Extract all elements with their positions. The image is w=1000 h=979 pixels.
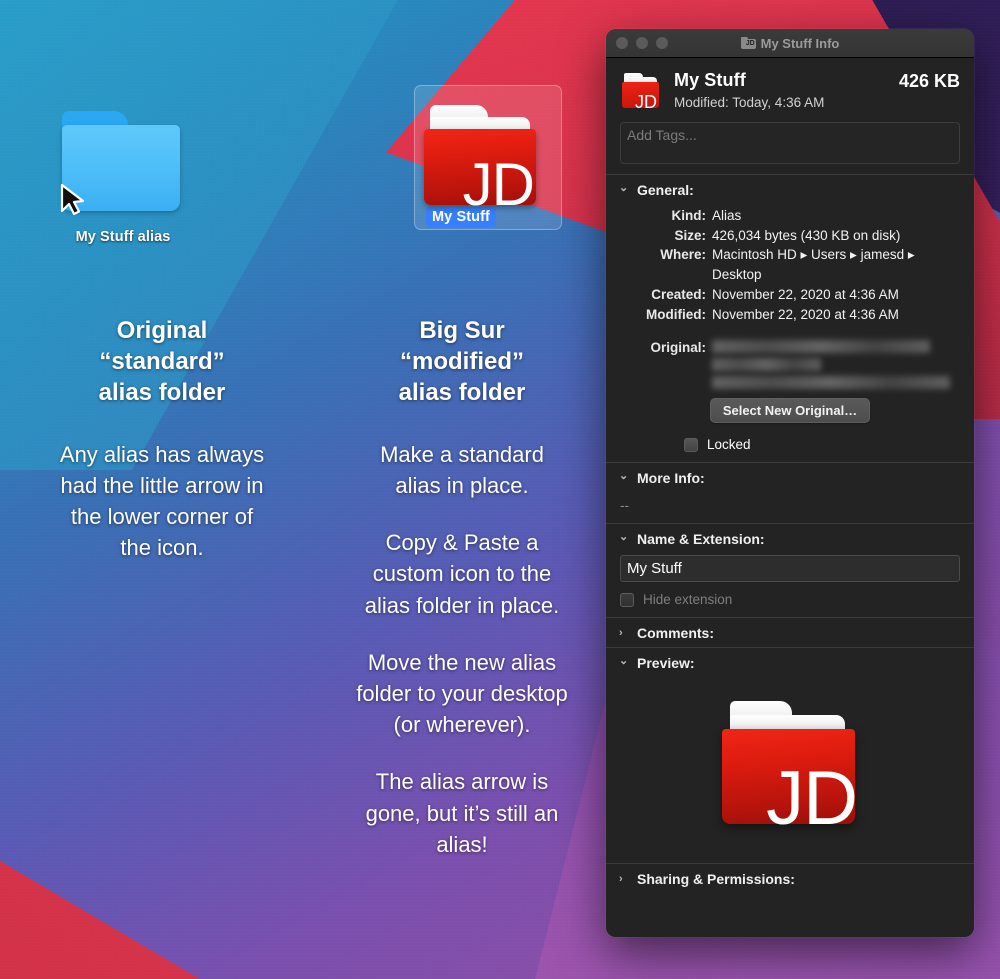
hide-extension-label: Hide extension	[643, 592, 733, 608]
property-value: 426,034 bytes (430 KB on disk)	[712, 227, 901, 243]
original-path-row: Original:	[606, 332, 974, 394]
desktop-wallpaper: My Stuff alias JD My Stuff Original “sta…	[0, 0, 1000, 979]
caption-heading-left: Original “standard” alias folder	[98, 317, 226, 407]
zoom-button[interactable]	[656, 37, 668, 49]
caption-paragraph-right-3: Move the new alias folder to your deskto…	[356, 649, 568, 738]
property-key: Modified:	[646, 306, 706, 322]
locked-checkbox[interactable]	[684, 437, 698, 452]
caption-paragraph-right-4: The alias arrow is gone, but it’s still …	[365, 769, 559, 857]
property-key: Size:	[674, 227, 706, 243]
chevron-down-icon[interactable]	[619, 472, 629, 485]
section-label-preview: Preview:	[637, 655, 695, 672]
blue-folder-icon	[58, 105, 188, 223]
window-titlebar[interactable]: JD My Stuff Info	[606, 29, 974, 58]
chevron-right-icon[interactable]	[619, 873, 629, 885]
desktop-icon-my-stuff-alias[interactable]: My Stuff alias	[33, 105, 213, 247]
folder-icon: JD	[740, 36, 756, 49]
section-header-sharing[interactable]: Sharing & Permissions:	[606, 863, 974, 893]
section-label-general: General:	[637, 182, 694, 198]
file-icon: JD	[620, 72, 662, 112]
add-tags-input[interactable]: Add Tags...	[620, 122, 960, 164]
section-label-name-extension: Name & Extension:	[637, 531, 765, 548]
hide-extension-row[interactable]: Hide extension	[606, 582, 974, 617]
property-row: Kind: Alias	[620, 206, 960, 226]
alias-arrow-icon	[60, 183, 85, 216]
preview-icon-badge: JD	[766, 756, 858, 842]
file-name-input[interactable]: My Stuff	[620, 555, 960, 583]
minimize-button[interactable]	[636, 37, 648, 49]
section-header-preview[interactable]: Preview:	[606, 648, 974, 677]
property-key: Kind:	[671, 208, 707, 223]
property-row: Created: November 22, 2020 at 4:36 AM	[620, 285, 960, 305]
preview-folder-icon: JD	[710, 693, 870, 841]
hide-extension-checkbox[interactable]	[620, 592, 634, 607]
window-title-text: My Stuff Info	[760, 35, 840, 51]
caption-column-left: Original “standard” alias folder Any ali…	[12, 315, 312, 590]
property-value: Alias	[712, 208, 742, 223]
property-value: Macintosh HD ▸ Users ▸ jamesd ▸ Desktop	[712, 247, 915, 283]
close-button[interactable]	[616, 37, 628, 49]
file-header: JD My Stuff Modified: Today, 4:36 AM 426…	[606, 58, 974, 118]
more-info-value: --	[620, 498, 629, 514]
caption-paragraph-right-2: Copy & Paste a custom icon to the alias …	[364, 530, 560, 618]
general-properties: Kind: Alias Size: 426,034 bytes (430 KB …	[606, 204, 974, 332]
property-key: Created:	[651, 286, 706, 302]
file-size: 426 KB	[898, 71, 960, 91]
section-header-more-info[interactable]: More Info:	[606, 463, 974, 492]
original-label: Original:	[650, 340, 706, 356]
property-row: Size: 426,034 bytes (430 KB on disk)	[620, 226, 960, 246]
select-new-original-button[interactable]: Select New Original…	[709, 398, 871, 424]
property-key: Where:	[660, 247, 706, 263]
chevron-right-icon[interactable]	[619, 627, 629, 639]
property-row: Where: Macintosh HD ▸ Users ▸ jamesd ▸ D…	[620, 245, 960, 284]
desktop-icon-my-stuff[interactable]: JD My Stuff	[371, 85, 562, 230]
red-jd-folder-icon: JD	[396, 85, 562, 230]
section-header-general[interactable]: General:	[606, 175, 974, 204]
chevron-down-icon[interactable]	[619, 184, 629, 197]
file-icon-badge: JD	[635, 92, 657, 112]
caption-paragraph-right-1: Make a standard alias in place.	[380, 441, 544, 498]
folder-badge-text: JD	[462, 151, 535, 218]
caption-heading-right: Big Sur “modified” alias folder	[398, 317, 526, 407]
chevron-down-icon[interactable]	[619, 533, 629, 546]
file-modified: Modified: Today, 4:36 AM	[674, 95, 825, 110]
section-label-sharing: Sharing & Permissions:	[637, 871, 795, 888]
info-content: JD My Stuff Modified: Today, 4:36 AM 426…	[606, 58, 974, 937]
caption-column-right: Big Sur “modified” alias folder Make a s…	[312, 315, 612, 886]
locked-label: Locked	[707, 437, 751, 453]
get-info-window[interactable]: JD My Stuff Info JD My Stuff Modified: T…	[606, 29, 974, 937]
desktop-icon-label: My Stuff alias	[75, 229, 171, 245]
preview-area: JD	[606, 677, 974, 863]
section-label-more-info: More Info:	[637, 470, 705, 487]
property-value: November 22, 2020 at 4:36 AM	[712, 286, 899, 302]
section-header-name-extension[interactable]: Name & Extension:	[606, 524, 974, 553]
section-header-comments[interactable]: Comments:	[606, 618, 974, 647]
traffic-lights[interactable]	[616, 37, 668, 49]
chevron-down-icon[interactable]	[619, 657, 629, 670]
file-name: My Stuff	[674, 70, 746, 90]
locked-checkbox-row[interactable]: Locked	[606, 425, 974, 462]
property-value: November 22, 2020 at 4:36 AM	[712, 306, 899, 322]
caption-paragraph-left-1: Any alias has always had the little arro…	[59, 441, 265, 561]
original-path-redacted	[712, 340, 960, 394]
property-row: Modified: November 22, 2020 at 4:36 AM	[620, 305, 960, 325]
section-label-comments: Comments:	[637, 625, 715, 642]
